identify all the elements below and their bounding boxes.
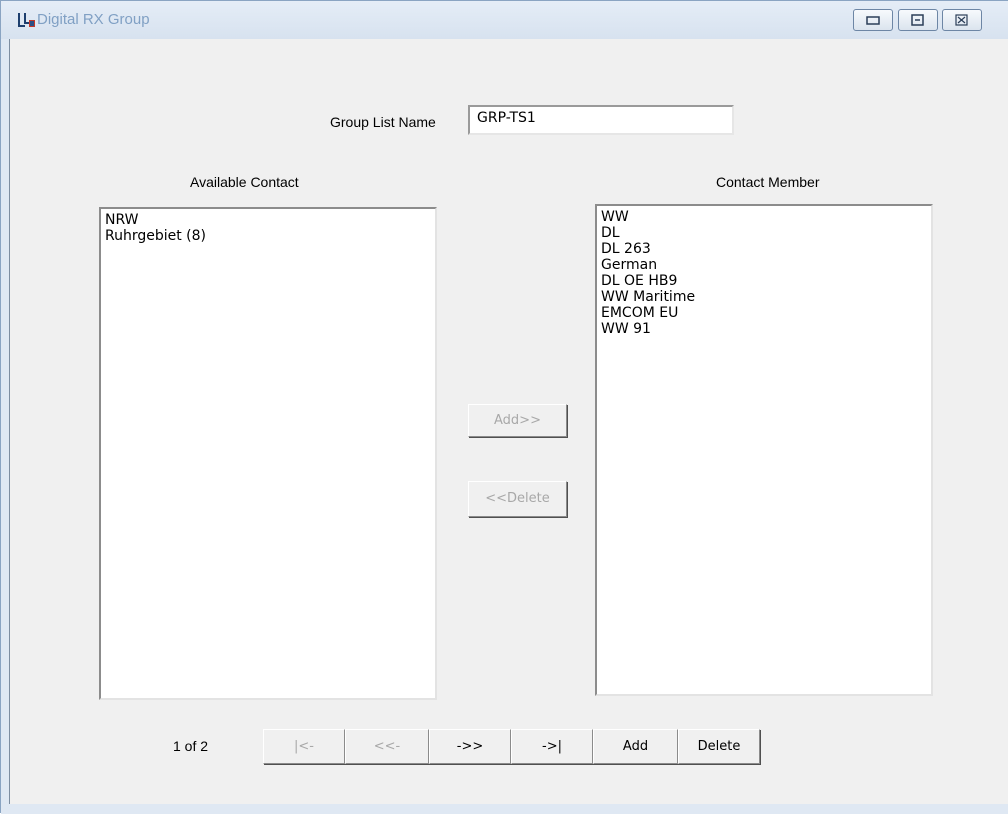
next-page-button[interactable]: ->> — [429, 729, 511, 764]
list-item[interactable]: WW Maritime — [601, 289, 931, 305]
minimize-button[interactable] — [853, 9, 893, 31]
add-to-member-button[interactable]: Add>> — [468, 404, 567, 437]
add-group-button[interactable]: Add — [593, 729, 678, 764]
list-item[interactable]: DL — [601, 225, 931, 241]
list-item[interactable]: NRW — [105, 212, 435, 228]
digital-rx-group-window: Digital RX Group Group List Name GRP-TS1… — [0, 0, 1008, 814]
list-item[interactable]: WW — [601, 209, 931, 225]
contact-member-list[interactable]: WW DL DL 263 German DL OE HB9 WW Maritim… — [595, 204, 933, 696]
app-icon — [18, 13, 35, 27]
restore-button[interactable] — [898, 9, 938, 31]
list-item[interactable]: DL 263 — [601, 241, 931, 257]
minimize-icon — [866, 16, 880, 25]
close-icon — [955, 14, 968, 26]
title-bar: Digital RX Group — [1, 1, 1008, 39]
restore-icon — [911, 14, 924, 26]
list-item[interactable]: Ruhrgebiet (8) — [105, 228, 435, 244]
previous-page-button[interactable]: <<- — [345, 729, 429, 764]
available-contact-list[interactable]: NRW Ruhrgebiet (8) — [99, 207, 437, 700]
first-page-button[interactable]: |<- — [263, 729, 345, 764]
delete-from-member-button[interactable]: <<Delete — [468, 481, 567, 517]
list-item[interactable]: DL OE HB9 — [601, 273, 931, 289]
list-item[interactable]: EMCOM EU — [601, 305, 931, 321]
close-button[interactable] — [942, 9, 982, 31]
group-list-name-input[interactable]: GRP-TS1 — [468, 105, 734, 135]
last-page-button[interactable]: ->| — [511, 729, 593, 764]
window-title: Digital RX Group — [37, 11, 150, 28]
list-item[interactable]: German — [601, 257, 931, 273]
delete-group-button[interactable]: Delete — [678, 729, 760, 764]
list-item[interactable]: WW 91 — [601, 321, 931, 337]
available-contact-label: Available Contact — [190, 174, 299, 190]
page-indicator: 1 of 2 — [173, 738, 209, 754]
contact-member-label: Contact Member — [716, 174, 820, 190]
group-list-name-label: Group List Name — [330, 114, 436, 130]
